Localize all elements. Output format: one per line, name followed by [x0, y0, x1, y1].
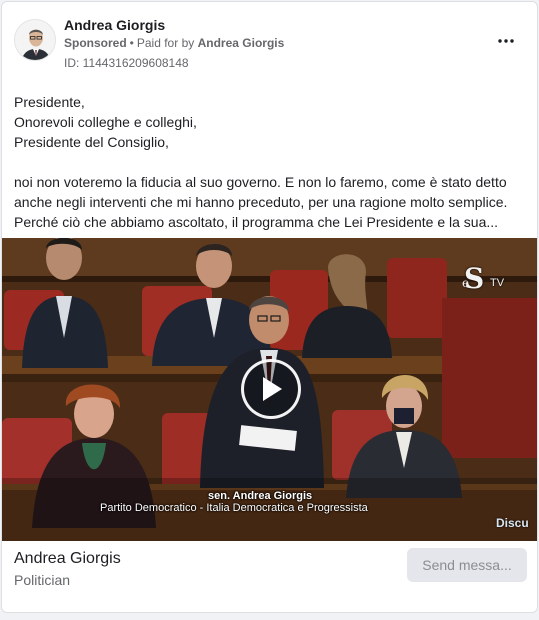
avatar-portrait — [15, 20, 55, 60]
ad-card: Andrea Giorgis Sponsored • Paid for by And… — [1, 1, 538, 613]
more-horizontal-icon — [498, 39, 514, 43]
body-line: Presidente del Consiglio, — [14, 134, 169, 150]
body-line: Onorevoli colleghe e colleghi, — [14, 114, 197, 130]
body-line: Perché ciò che abbiamo ascoltato, il pro… — [14, 214, 499, 230]
body-line: Presidente, — [14, 94, 85, 110]
more-options-button[interactable] — [495, 30, 517, 52]
separator-dot: • — [129, 36, 134, 50]
payer-name: Andrea Giorgis — [197, 36, 285, 50]
sponsored-label: Sponsored — [64, 36, 127, 50]
channel-logo-tv: TV — [490, 277, 505, 289]
avatar[interactable] — [14, 19, 56, 61]
send-message-button[interactable]: Send messa... — [407, 548, 527, 582]
ad-header: Andrea Giorgis Sponsored • Paid for by And… — [2, 2, 537, 82]
body-line: noi non voteremo la fiducia al suo gover… — [14, 174, 507, 190]
ad-body-text: Presidente, Onorevoli colleghe e collegh… — [14, 92, 529, 232]
video-player[interactable]: e S TV sen. Andrea Giorgis Partito Democ… — [2, 238, 537, 541]
footer-category: Politician — [14, 572, 71, 588]
sponsored-line: Sponsored • Paid for by Andrea Giorgis — [64, 36, 284, 50]
ad-footer: Andrea Giorgis Politician Send messa... — [2, 541, 537, 597]
footer-page-name[interactable]: Andrea Giorgis — [14, 550, 121, 568]
video-caption-party: Partito Democratico - Italia Democratica… — [100, 502, 368, 514]
channel-logo: e S TV — [462, 262, 508, 296]
paid-for-prefix: Paid for by — [136, 36, 195, 50]
video-caption-name: sen. Andrea Giorgis — [208, 490, 313, 502]
body-line: anche negli interventi che mi hanno prec… — [14, 194, 508, 210]
ad-id: ID: 1144316209608148 — [64, 56, 189, 70]
channel-logo-letter: S — [464, 262, 485, 295]
page-name[interactable]: Andrea Giorgis — [64, 17, 165, 33]
play-button[interactable] — [241, 359, 301, 419]
play-icon — [263, 377, 282, 401]
video-caption-extra: Discu — [496, 516, 529, 530]
